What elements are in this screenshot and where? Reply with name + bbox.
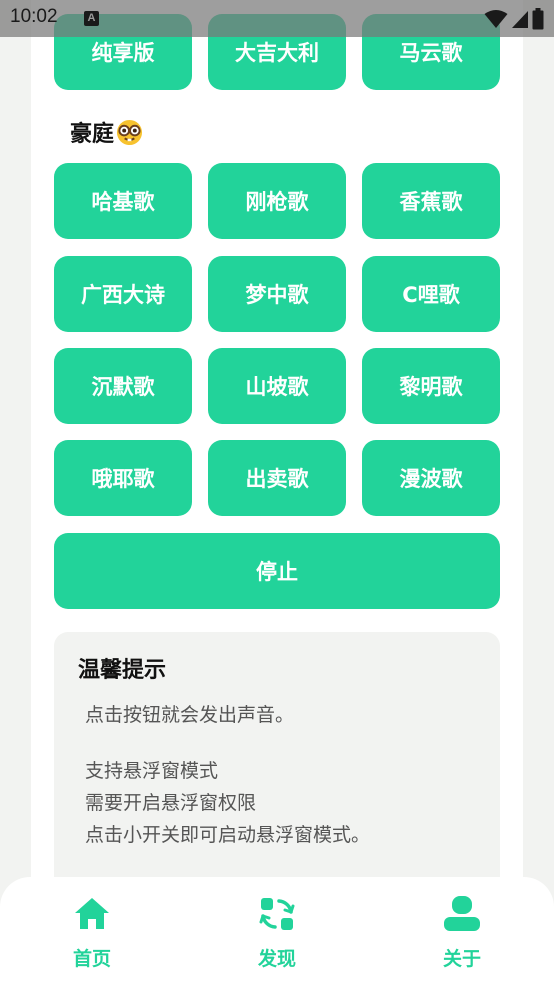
nav-label-about: 关于 [442, 948, 481, 970]
sound-button-12[interactable]: 漫波歌 [362, 440, 500, 516]
tips-line-1: 点击按钮就会发出声音。 [85, 704, 295, 726]
discover-icon [259, 898, 295, 930]
sound-button-6[interactable]: C哩歌 [362, 256, 500, 332]
signal-icon [512, 11, 528, 28]
tips-title: 温馨提示 [78, 658, 167, 683]
status-bar: 10:02 A [0, 0, 554, 37]
sound-button-8[interactable]: 山坡歌 [208, 348, 346, 424]
battery-icon [532, 8, 544, 30]
user-icon [444, 896, 480, 931]
nav-item-about[interactable]: 关于 [402, 877, 522, 985]
sound-button-5[interactable]: 梦中歌 [208, 256, 346, 332]
section-title-text: 豪庭 [70, 122, 115, 147]
nerd-face-icon [116, 119, 143, 145]
sound-button-3[interactable]: 香蕉歌 [362, 163, 500, 239]
sound-button-7[interactable]: 沉默歌 [54, 348, 192, 424]
stop-button[interactable]: 停止 [54, 533, 500, 609]
tips-line-3: 需要开启悬浮窗权限 [85, 792, 257, 814]
tips-line-2: 支持悬浮窗模式 [85, 760, 219, 782]
status-icons [484, 8, 544, 30]
nav-label-discover: 发现 [257, 948, 296, 970]
sound-button-1[interactable]: 哈基歌 [54, 163, 192, 239]
notification-app-icon: A [84, 11, 99, 26]
sound-button-9[interactable]: 黎明歌 [362, 348, 500, 424]
tips-line-4: 点击小开关即可启动悬浮窗模式。 [85, 824, 371, 846]
status-time: 10:02 [10, 6, 58, 27]
nav-item-home[interactable]: 首页 [32, 877, 152, 985]
section-title: 豪庭 [70, 116, 143, 148]
sound-button-10[interactable]: 哦耶歌 [54, 440, 192, 516]
nav-label-home: 首页 [72, 948, 111, 970]
tips-card: 温馨提示 点击按钮就会发出声音。 支持悬浮窗模式 需要开启悬浮窗权限 点击小开关… [54, 632, 500, 902]
home-icon [75, 898, 109, 929]
nav-item-discover[interactable]: 发现 [217, 877, 337, 985]
sound-button-2[interactable]: 刚枪歌 [208, 163, 346, 239]
sound-button-11[interactable]: 出卖歌 [208, 440, 346, 516]
wifi-icon [484, 10, 508, 28]
sound-button-4[interactable]: 广西大诗 [54, 256, 192, 332]
bottom-nav: 首页 发现 关于 [0, 877, 554, 985]
